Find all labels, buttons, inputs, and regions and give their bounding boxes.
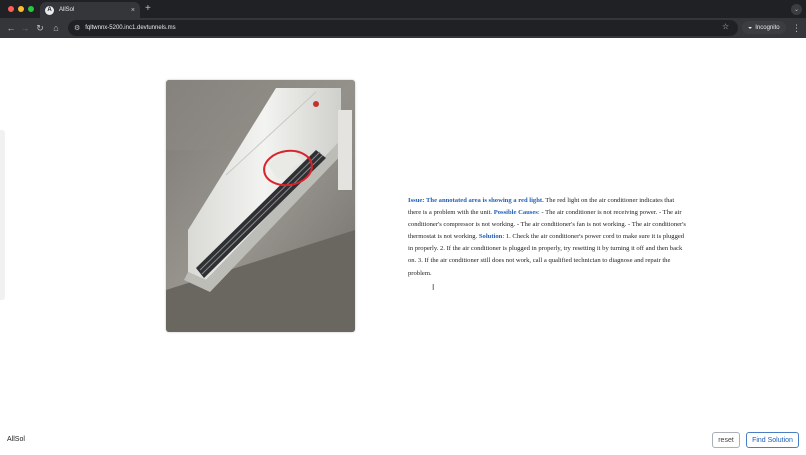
home-icon[interactable]: ⌂ [50,22,62,34]
close-icon[interactable]: × [131,7,135,14]
arrow-left-icon[interactable]: ← [5,22,17,34]
find-solution-button[interactable]: Find Solution [746,432,799,448]
side-panel-edge [0,130,5,300]
star-icon[interactable]: ☆ [722,22,729,31]
reload-icon[interactable]: ↻ [34,22,46,34]
site-info-icon[interactable]: ⚙ [74,24,80,32]
close-window-button[interactable] [8,6,14,12]
incognito-badge[interactable]: ◒ Incognito [742,21,786,34]
text-cursor-icon: I [432,283,435,292]
causes-label: Possible Causes [493,209,538,217]
incognito-icon: ◒ [748,24,753,31]
incognito-label: Incognito [755,24,780,31]
tab-title: AllSol [59,7,75,13]
browser-toolbar: ← → ↻ ⌂ ⚙ fqltwnnx-5200.inc1.devtunnels.… [0,18,806,38]
tab-bar: A AllSol × + ⌄ [0,0,806,18]
solution-label: Solution [478,233,503,241]
arrow-right-icon[interactable]: → [19,22,31,34]
new-tab-button[interactable]: + [145,3,151,15]
uploaded-photo [166,80,355,332]
browser-chrome: A AllSol × + ⌄ ← → ↻ ⌂ ⚙ fqltwnnx-5200.i… [0,0,806,38]
address-bar[interactable]: ⚙ fqltwnnx-5200.inc1.devtunnels.ms [68,20,738,36]
issue-label: Issue: The annotated area is showing a r… [408,197,544,204]
reset-button[interactable]: reset [712,432,740,448]
solution-text: Issue: The annotated area is showing a r… [408,195,688,280]
chevron-down-icon[interactable]: ⌄ [791,4,802,15]
brand-name: AllSol [7,436,25,443]
kebab-menu-icon[interactable]: ⋮ [792,22,801,34]
air-conditioner-photo [166,80,355,332]
minimize-window-button[interactable] [18,6,24,12]
maximize-window-button[interactable] [28,6,34,12]
url-text[interactable]: fqltwnnx-5200.inc1.devtunnels.ms [85,25,738,31]
favicon-icon: A [45,5,54,15]
tab-allsol[interactable]: A AllSol × [40,2,140,18]
